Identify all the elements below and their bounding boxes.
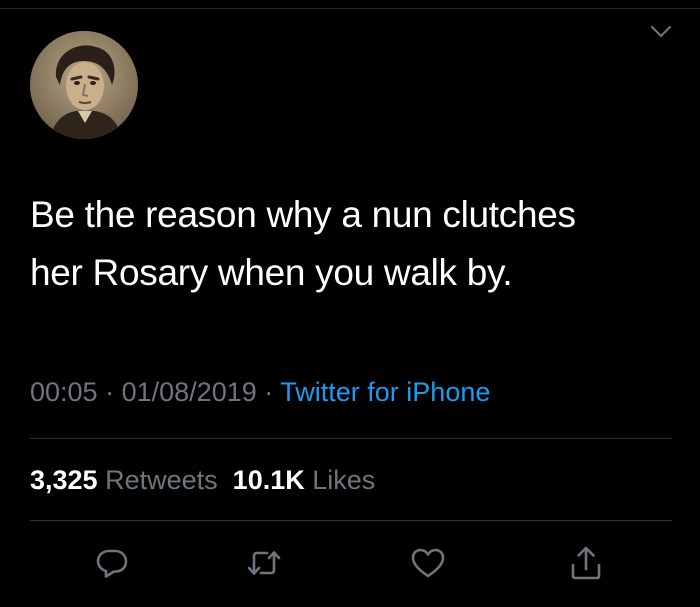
tweet-meta: 00:05 · 01/08/2019 · Twitter for iPhone [30,374,490,410]
retweets-count: 3,325 [30,465,98,495]
retweets-stat[interactable]: 3,325 Retweets [30,465,218,495]
tweet-text-line-1: Be the reason why a nun clutches [30,194,576,235]
meta-separator: · [105,377,115,407]
like-icon [411,548,445,578]
tweet-time[interactable]: 00:05 [30,377,98,407]
retweet-button[interactable] [242,541,286,585]
likes-label: Likes [312,465,376,495]
avatar[interactable] [30,31,138,139]
chevron-down-icon[interactable] [649,22,673,42]
stats-divider [30,520,672,521]
meta-separator: · [264,377,274,407]
like-button[interactable] [406,541,450,585]
top-divider [0,8,700,9]
share-icon [571,546,601,580]
retweets-label: Retweets [105,465,218,495]
tweet-text: Be the reason why a nun clutches her Ros… [30,186,680,302]
share-button[interactable] [564,541,608,585]
meta-divider [30,438,672,439]
tweet-date[interactable]: 01/08/2019 [122,377,257,407]
reply-icon [96,549,128,578]
retweet-icon [247,551,281,575]
likes-stat[interactable]: 10.1K Likes [233,465,376,495]
tweet-text-line-2: her Rosary when you walk by. [30,252,513,293]
profile-photo [30,31,138,139]
likes-count: 10.1K [232,465,305,495]
tweet-source-link[interactable]: Twitter for iPhone [280,377,490,407]
tweet-stats: 3,325 Retweets 10.1K Likes [30,462,375,498]
reply-button[interactable] [90,541,134,585]
